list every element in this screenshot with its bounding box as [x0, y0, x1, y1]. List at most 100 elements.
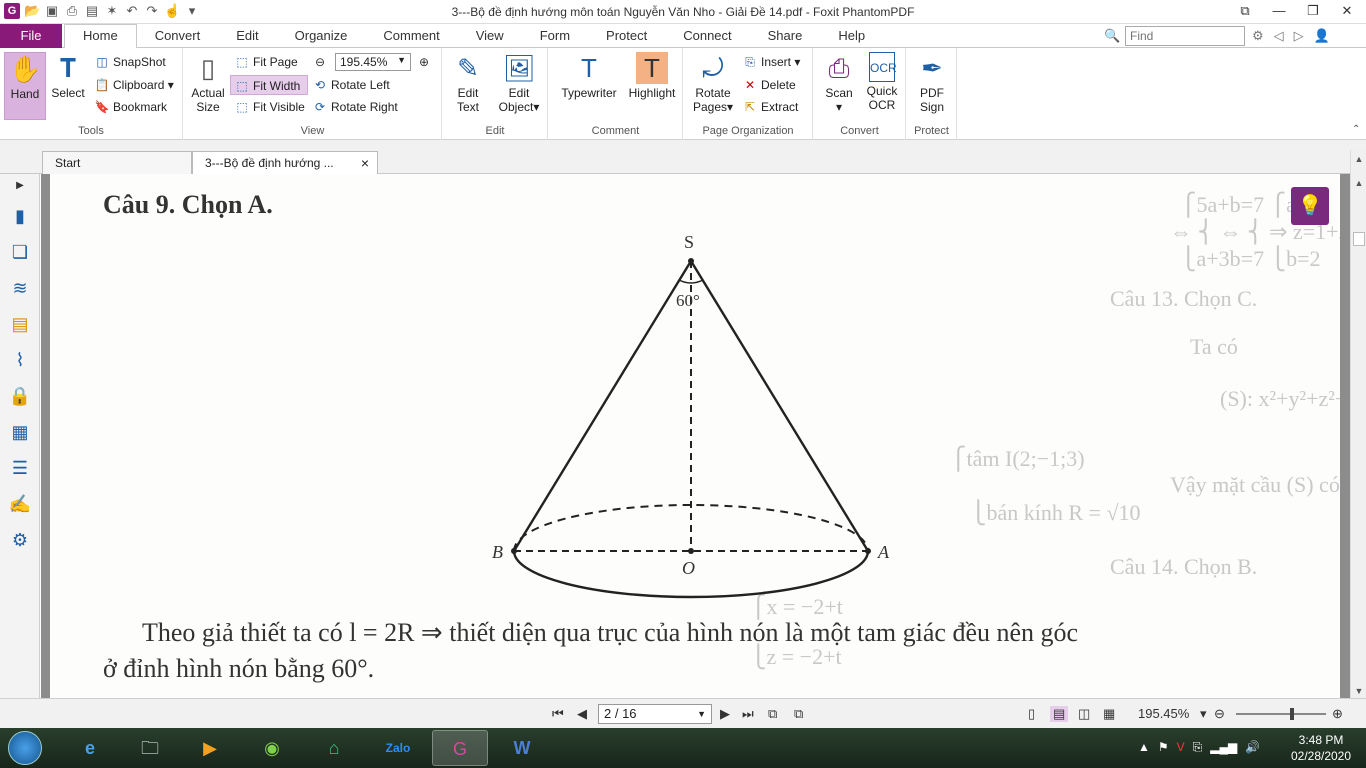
- expand-panel-icon[interactable]: ▶: [0, 174, 40, 198]
- tab-edit[interactable]: Edit: [218, 24, 276, 48]
- close-button[interactable]: ✕: [1334, 2, 1360, 20]
- page-number-input[interactable]: 2 / 16 ▼: [598, 704, 712, 724]
- security-lock-icon[interactable]: 🔒: [0, 378, 40, 414]
- rotate-left-button[interactable]: ⟲ Rotate Left: [312, 75, 390, 95]
- signature-panel-icon[interactable]: ✍: [0, 486, 40, 522]
- next-view-icon[interactable]: ⧉: [794, 706, 803, 722]
- zoom-in-icon[interactable]: ⊕: [1332, 706, 1343, 722]
- first-page-icon[interactable]: ⏮: [552, 706, 564, 722]
- layers-panel-icon[interactable]: ≋: [0, 270, 40, 306]
- zoom-dropdown-icon[interactable]: ▾: [1200, 706, 1207, 722]
- attachments-panel-icon[interactable]: ⌇: [0, 342, 40, 378]
- user-icon[interactable]: 👤: [1314, 28, 1330, 44]
- select-button[interactable]: 𝐓 Select: [48, 52, 88, 100]
- snapshot-button[interactable]: ◫ SnapShot: [94, 52, 165, 72]
- back-icon[interactable]: ◁: [1274, 28, 1284, 44]
- tab-comment[interactable]: Comment: [365, 24, 457, 48]
- file-explorer-icon[interactable]: 🗀: [122, 730, 178, 766]
- taskbar-clock[interactable]: 3:48 PM 02/28/2020: [1286, 732, 1356, 764]
- coccoc-browser-icon[interactable]: ◉: [244, 730, 300, 766]
- find-folder-icon[interactable]: 🔍: [1104, 28, 1120, 44]
- bookmarks-panel-icon[interactable]: ▮: [0, 198, 40, 234]
- continuous-facing-icon[interactable]: ▦: [1103, 706, 1115, 722]
- scroll-up-icon[interactable]: ▲: [1351, 178, 1366, 188]
- edit-text-button[interactable]: ✎ Edit Text: [447, 52, 489, 114]
- last-page-icon[interactable]: ⏭: [742, 706, 754, 722]
- pdf-sign-button[interactable]: ✒ PDF Sign: [911, 52, 953, 114]
- collapse-ribbon-icon[interactable]: ⌃: [1352, 124, 1360, 135]
- continuous-page-icon[interactable]: ▤: [1050, 706, 1069, 722]
- previous-page-icon[interactable]: ◀: [577, 706, 587, 722]
- fit-width-button[interactable]: ⬚ Fit Width: [230, 75, 308, 95]
- start-button[interactable]: [8, 731, 42, 765]
- delete-button[interactable]: ✕ Delete: [742, 75, 796, 95]
- zoom-level[interactable]: 195.45%: [1138, 706, 1189, 721]
- network-icon[interactable]: ▂▄▆: [1210, 740, 1237, 755]
- file-menu[interactable]: File: [0, 24, 62, 48]
- actual-size-button[interactable]: ▯ Actual Size: [188, 52, 228, 114]
- clipboard-button[interactable]: 📋 Clipboard ▾: [94, 75, 174, 95]
- highlight-button[interactable]: T Highlight: [625, 52, 679, 100]
- zoom-out-button[interactable]: ⊖: [312, 52, 331, 72]
- certify-panel-icon[interactable]: ⚙: [0, 522, 40, 558]
- zoom-out-icon[interactable]: ⊖: [1214, 706, 1225, 722]
- internet-explorer-icon[interactable]: e: [62, 730, 118, 766]
- show-hidden-icons-icon[interactable]: ▲: [1138, 740, 1150, 755]
- zoom-slider-knob[interactable]: [1290, 708, 1294, 720]
- document-view[interactable]: ⎧5a+b=7 ⎧a=1 ⇔ ⎨ ⇔ ⎨ ⇒ z=1+2i ⇒ |z| = √(…: [41, 174, 1350, 698]
- facing-page-icon[interactable]: ◫: [1078, 706, 1090, 722]
- volume-icon[interactable]: 🔊: [1245, 740, 1260, 755]
- zoom-in-button[interactable]: ⊕: [416, 52, 435, 72]
- form-fields-icon[interactable]: ☰: [0, 450, 40, 486]
- lightbulb-tip-icon[interactable]: 💡: [1291, 187, 1329, 225]
- tab-view[interactable]: View: [458, 24, 522, 48]
- scroll-up-icon[interactable]: ▲: [1351, 154, 1366, 164]
- previous-view-icon[interactable]: ⧉: [768, 706, 777, 722]
- scroll-thumb[interactable]: [1353, 232, 1365, 246]
- rotate-pages-button[interactable]: ⤾ Rotate Pages▾: [690, 52, 736, 114]
- media-player-icon[interactable]: ▶: [182, 730, 238, 766]
- typewriter-button[interactable]: T Typewriter: [557, 52, 621, 100]
- fit-visible-button[interactable]: ⬚ Fit Visible: [234, 97, 304, 117]
- word-icon[interactable]: W: [494, 730, 550, 766]
- maximize-button[interactable]: ❐: [1300, 2, 1326, 20]
- vivo-icon[interactable]: V: [1177, 740, 1185, 755]
- minimize-button[interactable]: —: [1266, 2, 1292, 20]
- extract-button[interactable]: ⇱ Extract: [742, 97, 798, 117]
- zoom-slider[interactable]: [1236, 708, 1326, 720]
- tab-help[interactable]: Help: [820, 24, 883, 48]
- fit-page-button[interactable]: ⬚ Fit Page: [234, 52, 297, 72]
- tab-connect[interactable]: Connect: [665, 24, 749, 48]
- scan-button[interactable]: ⎙ Scan ▾: [818, 52, 860, 114]
- pages-panel-icon[interactable]: ❏: [0, 234, 40, 270]
- quick-ocr-button[interactable]: OCR Quick OCR: [862, 52, 902, 112]
- foxit-pdf-taskbar-icon[interactable]: G: [432, 730, 488, 766]
- settings-icon[interactable]: ⚙: [1252, 28, 1264, 44]
- teamviewer-icon[interactable]: ⌂: [306, 730, 362, 766]
- action-center-flag-icon[interactable]: ⚑: [1158, 740, 1169, 755]
- edit-object-button[interactable]: 🖼 Edit Object▾: [493, 52, 545, 114]
- vertical-scrollbar[interactable]: ▲ ▲ ▼: [1350, 150, 1366, 698]
- file-info-icon[interactable]: ▦: [0, 414, 40, 450]
- rotate-right-button[interactable]: ⟳ Rotate Right: [312, 97, 398, 117]
- bookmark-button[interactable]: 🔖 Bookmark: [94, 97, 168, 117]
- tab-protect[interactable]: Protect: [588, 24, 665, 48]
- close-tab-icon[interactable]: ×: [361, 152, 369, 174]
- tab-document[interactable]: 3---Bộ đề định hướng ... ×: [192, 151, 378, 174]
- tab-start[interactable]: Start: [42, 151, 192, 174]
- zoom-select[interactable]: 195.45% ▼: [335, 53, 411, 71]
- tab-convert[interactable]: Convert: [137, 24, 219, 48]
- restore-ribbon-icon[interactable]: ⧉: [1232, 2, 1258, 20]
- insert-button[interactable]: ⎘ Insert ▾: [742, 52, 800, 72]
- comments-panel-icon[interactable]: ▤: [0, 306, 40, 342]
- tab-share[interactable]: Share: [750, 24, 821, 48]
- zalo-icon[interactable]: Zalo: [370, 730, 426, 766]
- single-page-icon[interactable]: ▯: [1028, 706, 1035, 722]
- find-input[interactable]: [1125, 26, 1245, 46]
- next-page-icon[interactable]: ▶: [720, 706, 730, 722]
- forward-icon[interactable]: ▷: [1294, 28, 1304, 44]
- language-icon[interactable]: ⎘: [1193, 740, 1203, 755]
- scroll-down-icon[interactable]: ▼: [1351, 686, 1366, 696]
- hand-button[interactable]: ✋ Hand: [4, 52, 46, 120]
- tab-organize[interactable]: Organize: [277, 24, 366, 48]
